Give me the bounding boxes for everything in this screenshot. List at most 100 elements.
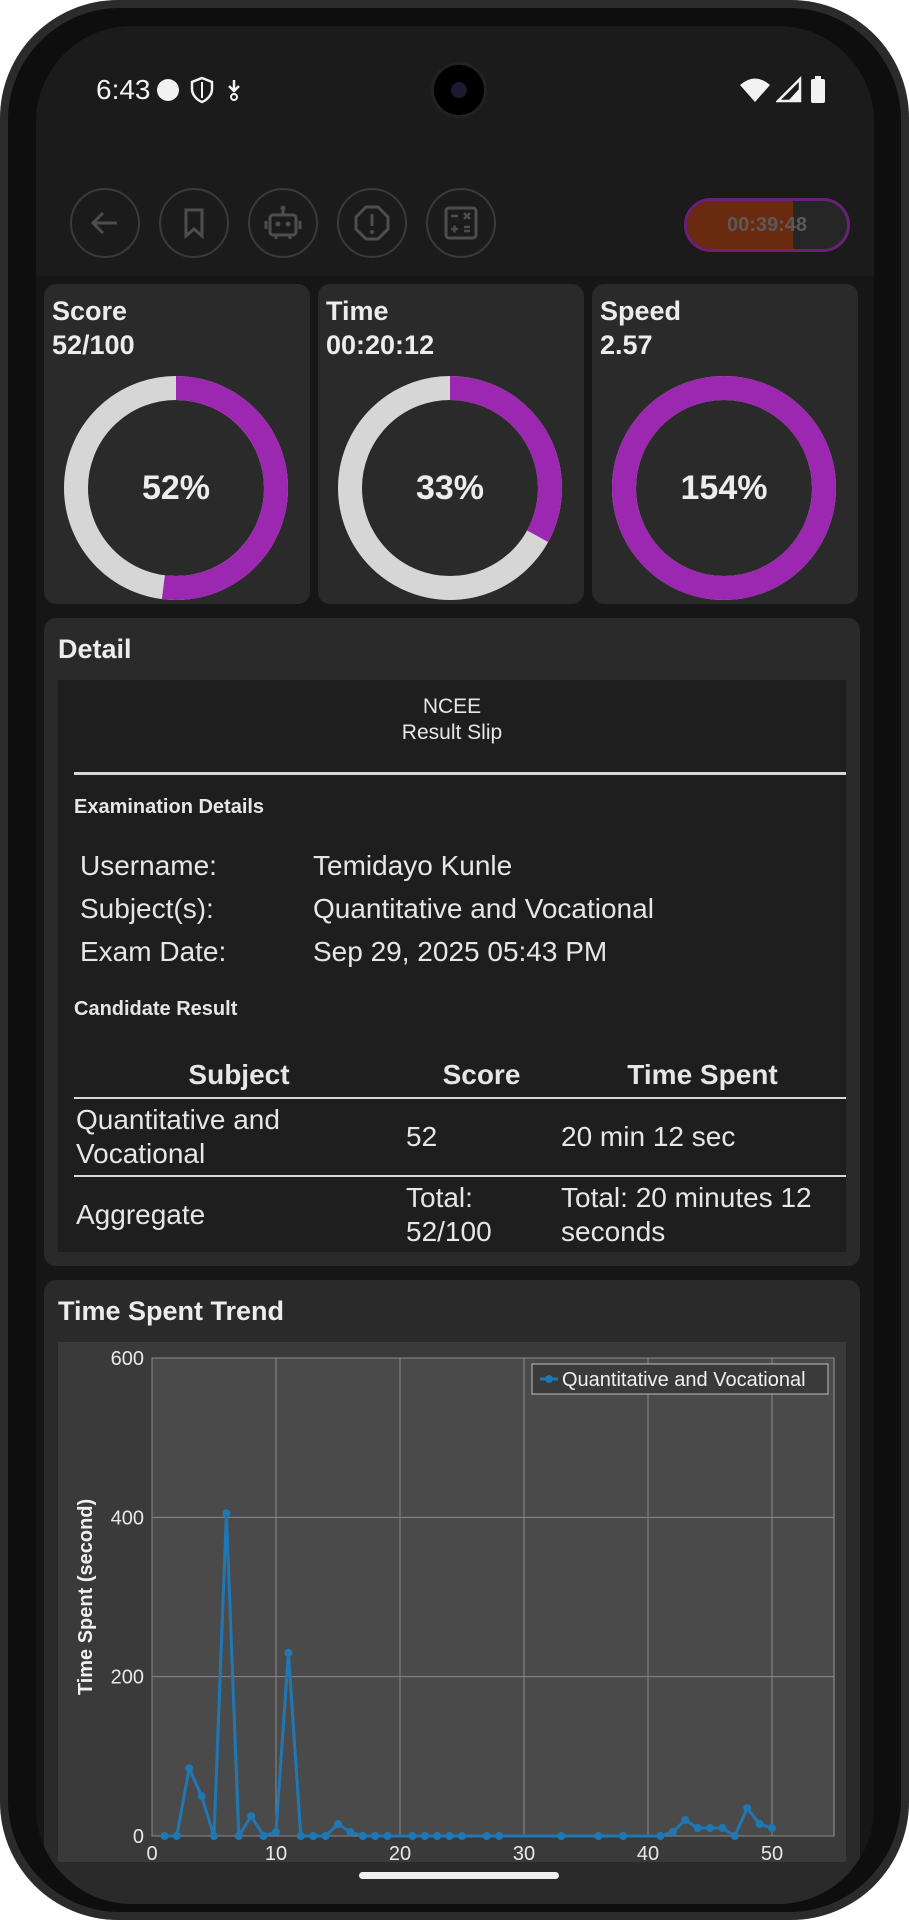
y-tick-label: 200 <box>111 1667 144 1689</box>
field-key: Subject(s): <box>80 893 214 924</box>
assistant-button[interactable] <box>248 188 318 258</box>
x-tick-label: 0 <box>146 1843 157 1862</box>
data-point <box>185 1764 194 1773</box>
data-point <box>619 1832 628 1840</box>
score-title: Score 52/100 <box>52 294 135 362</box>
alert-octagon-icon <box>354 205 390 241</box>
gesture-nav-bar[interactable] <box>359 1872 559 1879</box>
data-point <box>755 1820 764 1829</box>
x-tick-label: 30 <box>513 1843 535 1862</box>
data-point <box>681 1816 690 1825</box>
speed-title: Speed 2.57 <box>600 294 681 362</box>
header-subject: Subject <box>74 1055 404 1099</box>
header-score: Score <box>404 1055 559 1099</box>
data-point <box>259 1832 268 1840</box>
report-button[interactable] <box>337 188 407 258</box>
x-tick-label: 10 <box>265 1843 287 1862</box>
trend-card: Time Spent Trend 600 400 200 0 0 10 20 30 40 50 Ti… <box>44 1280 860 1904</box>
cell-time: 20 min 12 sec <box>559 1098 846 1177</box>
data-point <box>172 1832 181 1840</box>
notification-circle-icon <box>157 79 179 101</box>
header-time-spent: Time Spent <box>559 1055 846 1099</box>
score-card: Score 52/100 52% <box>44 284 310 604</box>
table-row: Quantitative and Vocational 52 20 min 12… <box>74 1098 846 1177</box>
data-point <box>210 1832 218 1840</box>
data-point <box>458 1832 466 1840</box>
field-value: Temidayo Kunle <box>313 850 513 881</box>
calculator-icon <box>444 206 478 240</box>
screen: 6:43 00:39:48 Score 52/100 52% Time 00:2… <box>36 26 874 1904</box>
field-key: Exam Date: <box>80 936 227 967</box>
legend-marker <box>545 1375 553 1383</box>
data-point <box>334 1820 342 1829</box>
time-label: Time <box>326 296 389 326</box>
cell-subject: Aggregate <box>76 1199 206 1230</box>
cell-time: Total: 20 minutes 12 seconds <box>561 1182 812 1247</box>
result-slip: NCEE Result Slip Examination Details Use… <box>58 680 846 1252</box>
data-point <box>309 1832 318 1840</box>
result-table-header: Subject Score Time Spent <box>74 1055 846 1099</box>
bookmark-button[interactable] <box>159 188 229 258</box>
cellular-signal-icon <box>776 76 802 103</box>
calculator-button[interactable] <box>426 188 496 258</box>
time-card: Time 00:20:12 33% <box>318 284 584 604</box>
timer-text: 00:39:48 <box>726 213 808 236</box>
front-camera <box>431 62 487 118</box>
data-point <box>160 1832 169 1840</box>
data-point <box>768 1824 776 1833</box>
trend-title: Time Spent Trend <box>58 1296 285 1326</box>
time-title: Time 00:20:12 <box>326 294 434 362</box>
x-tick-label: 50 <box>761 1843 783 1862</box>
time-percent: 33% <box>415 468 485 507</box>
result-table: Subject Score Time Spent Quantitative an… <box>74 1055 846 1253</box>
y-tick-label: 0 <box>133 1826 144 1848</box>
data-point <box>197 1792 206 1801</box>
data-point <box>408 1832 417 1840</box>
exam-details-heading: Examination Details <box>74 796 265 818</box>
data-point <box>495 1832 504 1840</box>
detail-title: Detail <box>58 634 132 664</box>
bookmark-icon <box>184 208 204 240</box>
speed-label: Speed <box>600 296 682 326</box>
data-point <box>284 1648 293 1657</box>
status-time: 6:43 <box>96 74 151 105</box>
x-tick-label: 40 <box>637 1843 659 1862</box>
speed-card: Speed 2.57 154% <box>592 284 858 604</box>
data-point <box>668 1828 677 1837</box>
speed-percent: 154% <box>680 468 768 507</box>
data-point <box>433 1832 442 1840</box>
result-content: Score 52/100 52% Time 00:20:12 33% Speed… <box>36 276 874 1904</box>
data-point <box>383 1832 392 1840</box>
device-frame: 6:43 00:39:48 Score 52/100 52% Time 00:2… <box>0 0 909 1920</box>
data-point <box>706 1824 714 1833</box>
time-value: 00:20:12 <box>326 330 435 360</box>
field-subjects: Subject(s): Quantitative and Vocational <box>80 893 654 925</box>
y-tick-label: 600 <box>111 1348 144 1370</box>
line-chart: 600 400 200 00 10 20 30 40 50 Time Spent (second)… <box>75 1348 835 1862</box>
slip-header-title: Result Slip <box>401 721 503 744</box>
speed-value: 2.57 <box>600 330 653 360</box>
arrow-left-icon <box>90 211 117 235</box>
plot-area <box>151 1357 835 1837</box>
field-value: Quantitative and Vocational <box>313 893 654 924</box>
status-bar: 6:43 <box>36 26 874 156</box>
robot-icon <box>264 205 302 239</box>
field-exam-date: Exam Date: Sep 29, 2025 05:43 PM <box>80 936 607 968</box>
data-point <box>296 1832 305 1840</box>
detail-card: Detail NCEE Result Slip Examination Deta… <box>44 618 860 1266</box>
score-value: 52/100 <box>52 330 135 360</box>
data-point <box>693 1824 702 1833</box>
data-point <box>371 1832 380 1840</box>
data-point <box>482 1832 491 1840</box>
wifi-icon <box>740 78 770 102</box>
data-point <box>222 1509 231 1518</box>
field-username: Username: Temidayo Kunle <box>80 850 512 882</box>
candidate-result-heading: Candidate Result <box>74 998 238 1020</box>
score-percent: 52% <box>141 468 211 507</box>
slip-header: NCEE Result Slip <box>58 694 846 746</box>
data-point <box>557 1832 566 1840</box>
field-value: Sep 29, 2025 05:43 PM <box>313 936 608 967</box>
back-button[interactable] <box>70 188 140 258</box>
slip-header-exam: NCEE <box>422 695 482 718</box>
data-point <box>445 1832 454 1840</box>
